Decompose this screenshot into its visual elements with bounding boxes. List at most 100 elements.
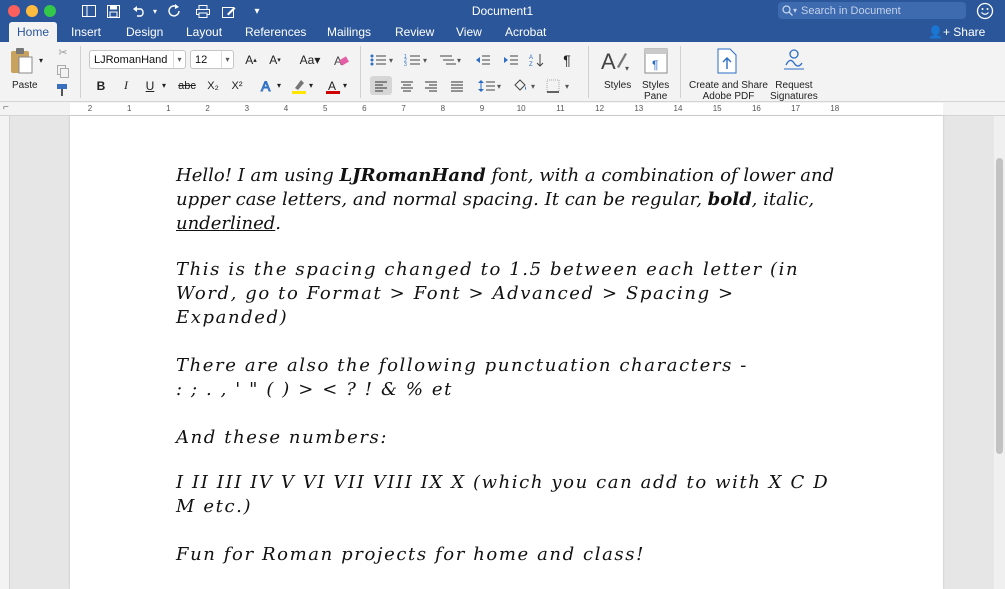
zoom-window-button[interactable]	[44, 5, 56, 17]
tab-references[interactable]: References	[245, 25, 306, 39]
tab-insert[interactable]: Insert	[71, 25, 101, 39]
copy-icon[interactable]	[55, 63, 71, 79]
search-icon	[782, 5, 793, 16]
svg-text:¶: ¶	[652, 58, 658, 72]
p1-text-c: , italic,	[751, 189, 815, 210]
search-field[interactable]: ▾ Search in Document	[778, 2, 966, 19]
paste-button[interactable]	[8, 46, 34, 76]
p1-text-a: Hello! I am using	[176, 165, 340, 186]
shrink-font-button[interactable]: A ▾	[264, 50, 286, 69]
paragraph-3[interactable]: There are also the following punctuation…	[176, 354, 836, 402]
font-name-combo[interactable]: LJRomanHand ▾	[89, 50, 186, 69]
shading-icon[interactable]: ▾	[510, 76, 540, 95]
smiley-feedback-icon[interactable]	[976, 2, 994, 20]
strikethrough-button[interactable]: abc	[174, 76, 200, 95]
bold-button[interactable]: B	[90, 76, 112, 95]
ruler-track: 2 1 1 2 3 4 5 6 7 8 9 10 11 12 13 14 15 16 17 18	[70, 103, 943, 115]
paragraph-1[interactable]: Hello! I am using LJRomanHand font, with…	[176, 164, 836, 236]
sort-icon[interactable]: AZ	[526, 50, 548, 69]
customize-toolbar-icon[interactable]: ▾	[248, 2, 266, 20]
italic-button[interactable]: I	[115, 76, 137, 95]
ruler-number: 18	[830, 104, 840, 113]
clear-formatting-icon[interactable]: A	[330, 50, 352, 69]
paste-dropdown-icon[interactable]: ▾	[36, 54, 46, 66]
cut-icon[interactable]: ✂	[55, 44, 71, 60]
font-color-dropdown-icon[interactable]: ▾	[340, 76, 350, 95]
highlight-dropdown-icon[interactable]: ▾	[306, 76, 316, 95]
paragraph-6[interactable]: Fun for Roman projects for home and clas…	[176, 543, 836, 567]
subscript-button[interactable]: X₂	[202, 76, 224, 95]
justify-icon[interactable]	[446, 76, 468, 95]
p1-bold-word: bold	[707, 189, 752, 210]
vertical-scrollbar[interactable]	[994, 116, 1005, 589]
scrollbar-thumb[interactable]	[996, 158, 1003, 454]
minimize-window-button[interactable]	[26, 5, 38, 17]
styles-icon: A ▾	[601, 49, 629, 74]
grow-font-button[interactable]: A ▴	[240, 50, 262, 69]
close-window-button[interactable]	[8, 5, 20, 17]
superscript-button[interactable]: X²	[226, 76, 248, 95]
font-size-value: 12	[195, 53, 208, 66]
save-icon[interactable]	[104, 2, 122, 20]
p1-underlined-word: underlined	[176, 213, 276, 234]
signature-icon	[784, 49, 804, 70]
paragraph-5[interactable]: I II III IV V VI VII VIII IX X (which yo…	[176, 471, 836, 519]
svg-text:▾: ▾	[531, 82, 535, 91]
tab-layout[interactable]: Layout	[186, 25, 222, 39]
font-color-swatch	[326, 90, 340, 94]
undo-dropdown-icon[interactable]: ▾	[146, 2, 164, 20]
redo-icon[interactable]	[166, 2, 184, 20]
tab-home[interactable]: Home	[9, 22, 58, 42]
align-right-icon[interactable]	[420, 76, 442, 95]
p1-bold-font-name: LJRomanHand	[339, 165, 486, 186]
line-spacing-icon[interactable]: ▾	[476, 76, 506, 95]
align-center-icon[interactable]	[396, 76, 418, 95]
chevron-down-icon: ▾	[221, 51, 233, 68]
bullets-icon[interactable]: ▾	[368, 50, 398, 69]
styles-gallery-button[interactable]: A ▾	[598, 46, 632, 76]
change-case-button[interactable]: Aa▾	[296, 50, 324, 69]
print-icon[interactable]	[194, 2, 212, 20]
edit-document-icon[interactable]	[220, 2, 238, 20]
decrease-indent-icon[interactable]	[472, 50, 494, 69]
share-label: Share	[953, 25, 986, 39]
share-button[interactable]: 👤+ Share	[928, 25, 985, 39]
numbering-icon[interactable]: 1 2 3 ▾	[402, 50, 432, 69]
search-dropdown-icon: ▾	[793, 6, 798, 15]
tab-view[interactable]: View	[456, 25, 482, 39]
ruler-number: 3	[244, 104, 250, 113]
ruler-number: 6	[362, 104, 367, 113]
ruler-number: 5	[322, 104, 328, 113]
text-effects-dropdown-icon[interactable]: ▾	[274, 76, 284, 95]
ruler-number: 8	[440, 104, 446, 113]
styles-pane-button[interactable]: ¶	[643, 46, 669, 76]
tab-review[interactable]: Review	[395, 25, 434, 39]
create-pdf-button[interactable]	[714, 46, 740, 76]
align-left-icon[interactable]	[370, 76, 392, 95]
tab-stop-selector-icon[interactable]: ⌐	[3, 102, 9, 113]
underline-dropdown-icon[interactable]: ▾	[158, 76, 170, 95]
ruler-number: 17	[791, 104, 801, 113]
document-page[interactable]: Hello! I am using LJRomanHand font, with…	[70, 116, 943, 589]
tab-mailings[interactable]: Mailings	[327, 25, 371, 39]
horizontal-ruler[interactable]: ⌐ 2 1 1 2 3 4 5 6 7 8 9 10 11 12 13 14 15 16 17 18	[0, 102, 1005, 116]
request-signatures-button[interactable]	[780, 46, 808, 76]
increase-indent-icon[interactable]	[500, 50, 522, 69]
tab-design[interactable]: Design	[126, 25, 163, 39]
svg-text:▾: ▾	[389, 56, 393, 65]
ruler-number: 15	[712, 104, 722, 113]
font-size-combo[interactable]: 12 ▾	[190, 50, 234, 69]
multilevel-list-icon[interactable]: ▾	[436, 50, 466, 69]
paragraph-2[interactable]: This is the spacing changed to 1.5 betwe…	[176, 258, 836, 330]
borders-icon[interactable]: ▾	[544, 76, 576, 95]
tab-acrobat[interactable]: Acrobat	[505, 25, 546, 39]
paragraph-4[interactable]: And these numbers:	[176, 426, 836, 450]
vertical-ruler[interactable]	[0, 116, 10, 589]
ribbon-tab-bar: Home Insert Design Layout References Mai…	[0, 22, 1005, 42]
show-formatting-marks-icon[interactable]: ¶	[556, 50, 578, 69]
ruler-number: 12	[595, 104, 605, 113]
format-painter-icon[interactable]	[55, 82, 71, 98]
ruler-number: 14	[673, 104, 683, 113]
ruler-number: 1	[166, 104, 171, 113]
sidebar-toggle-icon[interactable]	[80, 2, 98, 20]
